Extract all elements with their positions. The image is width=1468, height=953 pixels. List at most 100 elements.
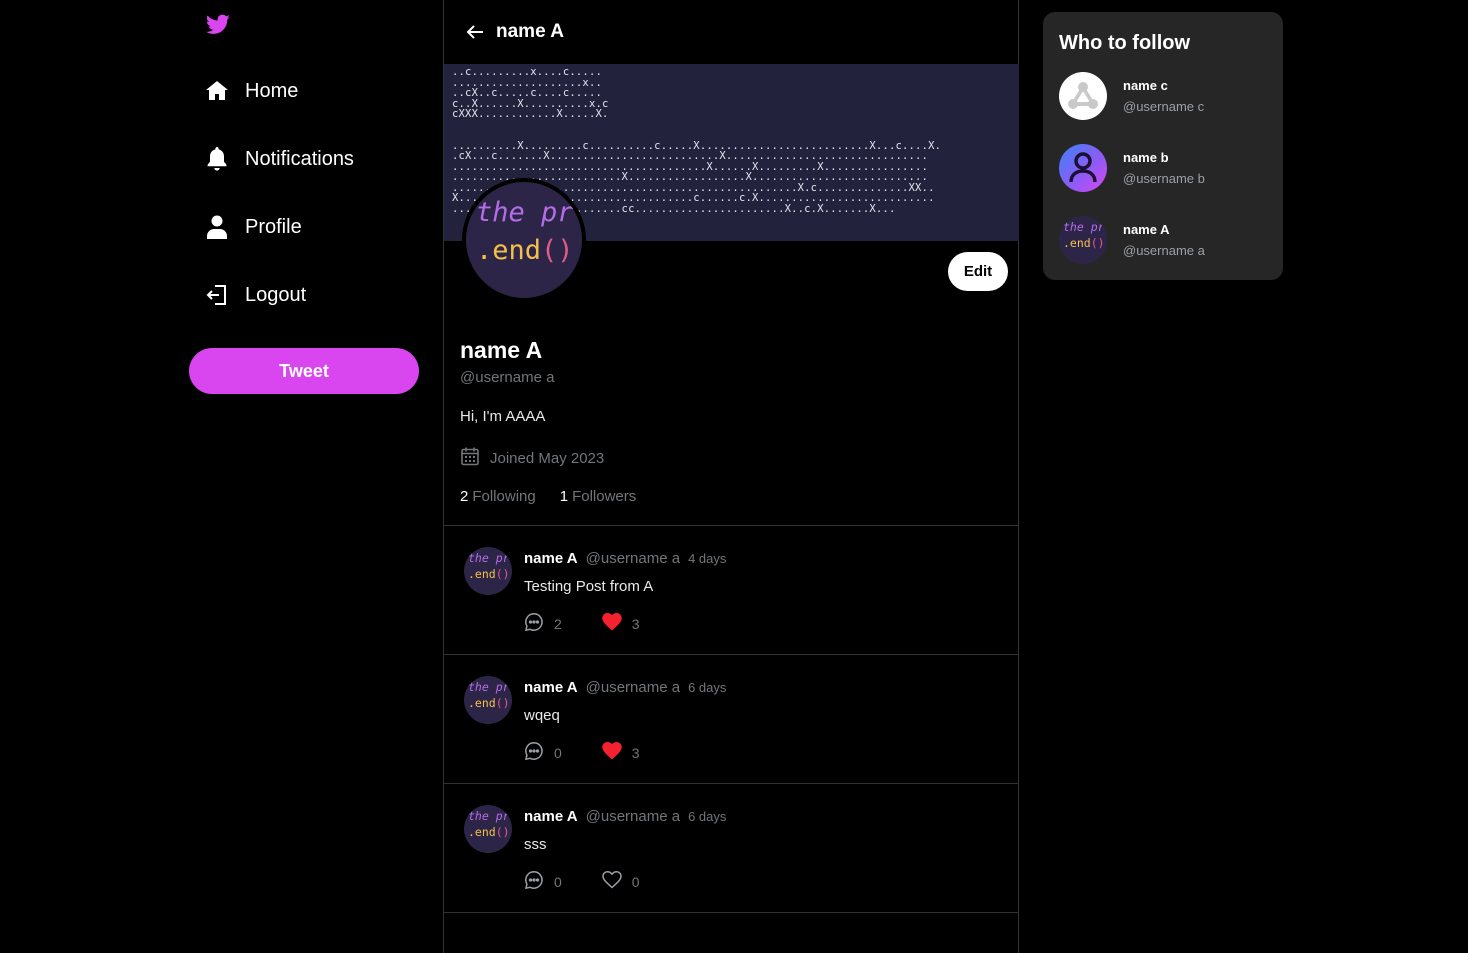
- tweet-item[interactable]: the pr .end(), name A @username a 6 days…: [444, 655, 1019, 784]
- nav-profile-label: Profile: [245, 215, 302, 238]
- comment-icon: [524, 741, 544, 764]
- avatar-code-bottom: .end: [476, 235, 542, 266]
- tweet-timestamp: 4 days: [688, 551, 727, 566]
- suggested-user-name: name c: [1123, 78, 1168, 93]
- suggested-user-handle: @username b: [1123, 171, 1205, 186]
- following-label: Following: [472, 488, 536, 505]
- profile-header: name A: [444, 0, 1018, 64]
- comment-count: 0: [554, 873, 562, 890]
- avatar-code-comma: ,: [1105, 236, 1107, 250]
- following-count: 2: [460, 488, 469, 505]
- tweet-text: sss: [524, 836, 547, 853]
- tweet-author-handle: @username a: [585, 808, 681, 825]
- comment-count: 0: [554, 744, 562, 761]
- tweet-author-name[interactable]: name A: [524, 679, 578, 696]
- followers-link[interactable]: 1 Followers: [560, 488, 637, 505]
- tweet-author-name[interactable]: name A: [524, 808, 578, 825]
- tweet-text: wqeq: [524, 707, 560, 724]
- comment-button[interactable]: 2: [524, 612, 562, 635]
- main-column: name A ..c.........x....c..... .........…: [443, 0, 1019, 953]
- like-count: 0: [631, 873, 640, 890]
- like-count: 3: [631, 744, 640, 761]
- like-button[interactable]: 0: [602, 870, 640, 893]
- tweet-text: Testing Post from A: [524, 578, 654, 595]
- edit-profile-button[interactable]: Edit: [948, 252, 1008, 291]
- avatar-code-parens: (): [1090, 236, 1105, 250]
- like-button[interactable]: 3: [602, 741, 640, 764]
- avatar-code-comma: ,: [510, 825, 512, 839]
- joined-date: Joined May 2023: [460, 446, 604, 470]
- avatar-code-comma: ,: [574, 235, 582, 266]
- nav-home-label: Home: [245, 79, 299, 102]
- avatar-code-parens: (): [495, 567, 510, 581]
- nav-home[interactable]: Home: [203, 69, 298, 113]
- followers-label: Followers: [572, 488, 637, 505]
- left-sidebar: Home Notifications Profile Logout Tweet: [189, 0, 419, 953]
- nav-logout[interactable]: Logout: [203, 273, 306, 317]
- default-avatar-icon: [1059, 72, 1107, 120]
- bird-logo-icon[interactable]: [205, 12, 231, 38]
- like-button[interactable]: 3: [602, 612, 640, 635]
- avatar-code-parens: (): [541, 235, 574, 266]
- person-icon: [203, 213, 231, 241]
- suggested-user-handle: @username c: [1123, 99, 1205, 114]
- avatar-code-bottom: .end: [468, 696, 496, 710]
- calendar-icon: [460, 446, 480, 470]
- nav-notifications[interactable]: Notifications: [203, 137, 354, 181]
- page-title: name A: [496, 21, 564, 42]
- suggested-user[interactable]: name b @username b: [1059, 144, 1205, 192]
- who-to-follow-title: Who to follow: [1059, 32, 1191, 54]
- tweet-avatar[interactable]: the pr .end(),: [464, 805, 512, 853]
- suggested-user[interactable]: the pr .end(), name A @username a: [1059, 216, 1205, 264]
- nav-logout-label: Logout: [245, 283, 307, 306]
- joined-text: Joined May 2023: [490, 449, 605, 467]
- avatar-code-top: the pr: [468, 680, 510, 694]
- follow-stats: 2 Following 1 Followers: [460, 488, 636, 505]
- comment-count: 2: [554, 615, 562, 632]
- profile-avatar: the pr .end(),: [462, 178, 586, 302]
- avatar-code-top: the pr: [468, 809, 510, 823]
- tweet-item[interactable]: the pr .end(), name A @username a 4 days…: [444, 526, 1019, 655]
- person-gradient-icon: [1059, 144, 1107, 192]
- avatar-code-top: the pr: [1063, 220, 1105, 234]
- tweet-author-handle: @username a: [585, 550, 681, 567]
- tweet-avatar[interactable]: the pr .end(),: [464, 676, 512, 724]
- heart-filled-icon: [602, 742, 622, 763]
- tweet-timestamp: 6 days: [688, 809, 727, 824]
- avatar-code-comma: ,: [510, 567, 512, 581]
- avatar-code-parens: (): [495, 696, 510, 710]
- suggested-user-handle: @username a: [1123, 243, 1205, 258]
- nav-notifications-label: Notifications: [245, 147, 354, 170]
- comment-button[interactable]: 0: [524, 870, 562, 893]
- suggested-user-name: name A: [1123, 222, 1170, 237]
- following-link[interactable]: 2 Following: [460, 488, 536, 505]
- logout-icon: [203, 281, 231, 309]
- comment-icon: [524, 612, 544, 635]
- avatar-code-bottom: .end: [468, 825, 496, 839]
- suggested-user[interactable]: name c @username c: [1059, 72, 1204, 120]
- tweet-author-name[interactable]: name A: [524, 550, 578, 567]
- tweet-author-handle: @username a: [585, 679, 681, 696]
- avatar-code-top: the pr: [468, 551, 510, 565]
- profile-handle: @username a: [460, 369, 555, 386]
- comment-button[interactable]: 0: [524, 741, 562, 764]
- profile-name: name A: [460, 337, 543, 363]
- followers-count: 1: [559, 488, 569, 505]
- back-arrow-icon[interactable]: [464, 21, 486, 43]
- tweet-button[interactable]: Tweet: [189, 348, 419, 394]
- avatar-code-bottom: .end: [468, 567, 496, 581]
- suggested-user-name: name b: [1123, 150, 1169, 165]
- who-to-follow-panel: Who to follow name c @username c name b …: [1043, 12, 1283, 280]
- profile-bio: Hi, I'm AAAA: [460, 408, 546, 425]
- heart-filled-icon: [602, 613, 622, 634]
- heart-outline-icon: [602, 871, 622, 892]
- avatar-code-bottom: .end: [1063, 236, 1091, 250]
- avatar-code-parens: (): [495, 825, 510, 839]
- tweet-item[interactable]: the pr .end(), name A @username a 6 days…: [444, 784, 1019, 913]
- home-icon: [203, 77, 231, 105]
- nav-profile[interactable]: Profile: [203, 205, 302, 249]
- code-avatar: the pr .end(),: [1059, 216, 1107, 264]
- tweet-avatar[interactable]: the pr .end(),: [464, 547, 512, 595]
- avatar-code-top: the pr: [476, 197, 574, 228]
- comment-icon: [524, 870, 544, 893]
